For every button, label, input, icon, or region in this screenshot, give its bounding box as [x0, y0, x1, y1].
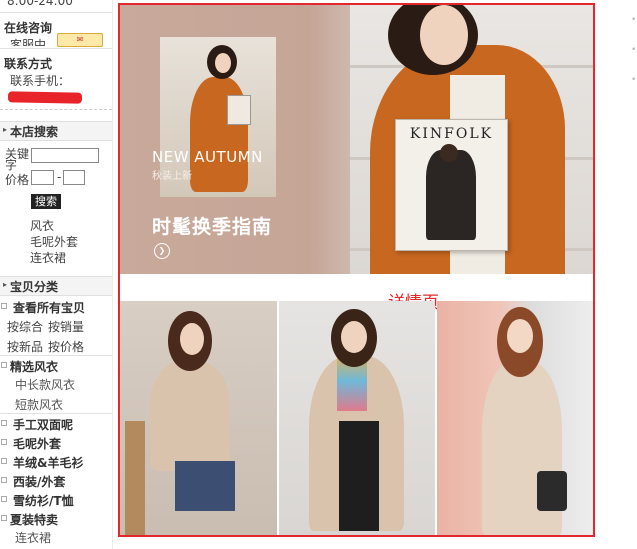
headline-new-autumn: NEW AUTUMN [152, 148, 263, 166]
expand-box-icon [1, 420, 7, 426]
subcategory-short-trench[interactable]: 短款风衣 [15, 396, 63, 413]
sidebar-divider [112, 0, 113, 549]
magazine-title: KINFOLK [409, 126, 494, 142]
category-view-all[interactable]: 查看所有宝贝 [0, 298, 112, 316]
price-min-input[interactable] [31, 170, 54, 185]
price-max-input[interactable] [63, 170, 85, 185]
expand-box-icon [1, 496, 7, 502]
category-trench[interactable]: 精选风衣 [0, 357, 112, 375]
keyword-label: 关键字 [5, 147, 30, 172]
sort-price[interactable]: 按价格 [48, 338, 84, 355]
model-photo-1 [120, 301, 277, 535]
category-double-face-wool[interactable]: 手工双面呢 [0, 415, 112, 433]
model-photo-2 [279, 301, 435, 535]
quick-link-trench[interactable]: 风衣 [30, 217, 54, 234]
contact-heading: 联系方式 [4, 57, 53, 71]
price-separator: - [57, 170, 62, 184]
expand-box-icon [1, 477, 7, 483]
category-cashmere[interactable]: 羊绒&羊毛衫 [0, 453, 112, 471]
expand-box-icon [1, 515, 7, 521]
category-title: 宝贝分类 [10, 280, 59, 294]
subcategory-dress[interactable]: 连衣裙 [15, 529, 51, 546]
quick-link-wool-coat[interactable]: 毛呢外套 [30, 233, 78, 250]
expand-box-icon [1, 362, 7, 368]
autumn-banner: KINFOLK NEW AUTUMN 秋装上新 时髦换季指南 ❯ [120, 5, 593, 274]
bullet-icon: • [631, 45, 637, 55]
headline-subtitle: 秋装上新 [152, 171, 192, 182]
service-label: 客服中 [10, 38, 47, 46]
expand-box-icon [1, 458, 7, 464]
category-summer-sale[interactable]: 夏装特卖 [0, 510, 112, 528]
search-button[interactable]: 搜索 [31, 194, 61, 209]
detail-page-image[interactable]: KINFOLK NEW AUTUMN 秋装上新 时髦换季指南 ❯ 详情页 [118, 3, 595, 537]
online-consult-heading: 在线咨询 [4, 21, 53, 35]
bullet-icon: • [631, 75, 637, 85]
sort-newest[interactable]: 按新品 [7, 338, 43, 355]
headline-main: 时髦换季指南 [152, 216, 273, 238]
chat-badge-icon[interactable]: ✉ wangwang [57, 33, 103, 47]
category-wool-coat[interactable]: 毛呢外套 [0, 434, 112, 452]
subcategory-long-trench[interactable]: 中长款风衣 [15, 376, 75, 393]
quick-link-dress[interactable]: 连衣裙 [30, 249, 66, 266]
category-header: ▸ 宝贝分类 [0, 276, 112, 296]
keyword-input[interactable] [31, 148, 99, 163]
model-photo-3 [437, 301, 593, 535]
white-band [120, 274, 593, 302]
shop-sidebar: 8:00-24:00 在线咨询 客服中 ✉ wangwang 联系方式 联系手机… [0, 0, 113, 549]
expand-box-icon [1, 303, 7, 309]
category-chiffon-tshirt[interactable]: 雪纺衫/T恤 [0, 491, 112, 509]
triangle-right-icon: ▸ [3, 125, 8, 134]
redaction-mark [7, 91, 83, 104]
category-suit-jacket[interactable]: 西装/外套 [0, 472, 112, 490]
price-label: 价格 [5, 173, 30, 187]
phone-label: 联系手机： [10, 74, 71, 88]
magazine-prop: KINFOLK [395, 119, 508, 251]
triangle-right-icon: ▸ [3, 280, 8, 289]
sort-sales[interactable]: 按销量 [48, 318, 84, 335]
bullet-icon: • [631, 15, 637, 25]
store-search-header: ▸ 本店搜索 [0, 121, 112, 141]
arrow-circle-icon: ❯ [154, 243, 170, 259]
service-hours: 8:00-24:00 [7, 0, 73, 8]
expand-box-icon [1, 439, 7, 445]
sort-comprehensive[interactable]: 按综合 [7, 318, 43, 335]
store-search-title: 本店搜索 [10, 125, 59, 139]
